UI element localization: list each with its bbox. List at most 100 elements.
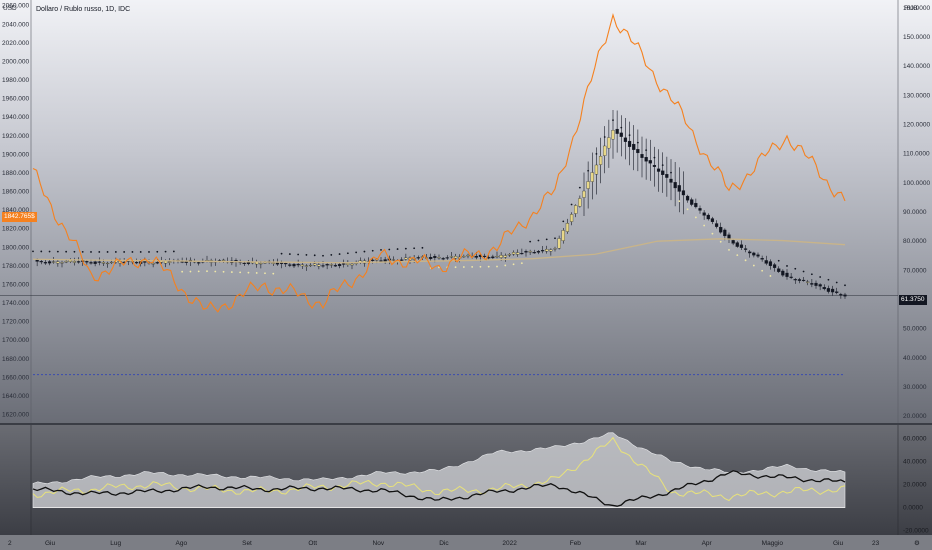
- psar-dot: [479, 265, 482, 268]
- oscillator-pane[interactable]: 60.0000 40.0000 20.0000 0.0000 -20.0000: [0, 425, 932, 535]
- candle-body: [743, 248, 748, 250]
- candle-body: [453, 255, 458, 259]
- candle-body: [52, 261, 56, 263]
- psar-dot: [230, 271, 233, 273]
- psar-dot: [686, 208, 689, 211]
- candle-body: [822, 287, 826, 290]
- candle-body: [723, 229, 727, 237]
- left-axis-tick-label: 1980.000: [2, 77, 29, 84]
- right-axis-tick-label: 30.0000: [903, 384, 927, 391]
- osc-axis-tick-label: 60.0000: [903, 436, 927, 443]
- candle-body: [288, 264, 292, 266]
- time-axis-label: 2022: [502, 540, 517, 547]
- settings-icon[interactable]: ⚙: [914, 539, 920, 547]
- candle-body: [532, 252, 536, 254]
- candle-body: [661, 170, 665, 175]
- candle-body: [615, 128, 619, 134]
- psar-dot: [786, 265, 788, 267]
- candle-body: [516, 252, 520, 255]
- psar-dot: [570, 203, 573, 206]
- psar-dot: [471, 266, 474, 268]
- psar-dot: [172, 250, 175, 253]
- candle-body: [677, 185, 681, 192]
- candle-body: [271, 262, 275, 264]
- candle-body: [383, 259, 387, 262]
- left-axis-tick-label: 1920.000: [2, 133, 29, 140]
- candle-body: [507, 254, 512, 256]
- candle-body: [702, 212, 706, 216]
- psar-dot: [90, 251, 92, 253]
- candle-body: [706, 214, 710, 220]
- candle-body: [482, 255, 487, 257]
- candle-body: [296, 264, 300, 266]
- psar-dot: [761, 269, 764, 272]
- candle-body: [835, 291, 839, 293]
- candle-body: [511, 252, 516, 255]
- candle-body: [400, 259, 404, 261]
- main-chart-svg[interactable]: 2060.0002040.0002020.0002000.0001980.000…: [0, 0, 932, 423]
- time-axis[interactable]: Giu Lug Ago Set Ott Nov Dic 2022 Feb Mar Apr Maggio…: [0, 535, 932, 550]
- oscillator-band-area: [32, 432, 846, 508]
- psar-dot: [529, 240, 532, 243]
- psar-dot: [396, 248, 399, 250]
- right-axis-tick-label: 120.0000: [903, 122, 930, 129]
- candle-body: [557, 238, 561, 249]
- psar-dot: [148, 251, 150, 253]
- main-chart-pane[interactable]: 2060.000 2040.000 2020.000 2000.000 1980.000…: [0, 0, 932, 423]
- psar-dot: [131, 251, 134, 253]
- psar-dot: [802, 270, 805, 273]
- psar-dot: [98, 251, 101, 253]
- candle-body: [524, 251, 528, 253]
- psar-dot: [272, 272, 275, 275]
- psar-dot: [645, 149, 648, 152]
- candle-body: [806, 281, 810, 283]
- candle-body: [433, 256, 437, 258]
- candle-body: [549, 249, 553, 252]
- right-axis-tick-label: 140.0000: [903, 63, 930, 70]
- candle-body: [714, 223, 719, 227]
- left-axis-tick-label: 1700.000: [2, 337, 29, 344]
- candle-body: [72, 261, 77, 263]
- psar-dot: [537, 239, 540, 242]
- oscillator-svg[interactable]: 60.0000 40.0000 20.0000 0.0000 -20.0000: [0, 425, 932, 535]
- candle-body: [582, 190, 586, 198]
- candle-body: [569, 214, 574, 222]
- candle-body: [830, 288, 835, 293]
- left-axis-tick-label: 1940.000: [2, 114, 29, 121]
- left-axis-tick-label: 1680.000: [2, 356, 29, 363]
- left-axis-tick-label: 1800.000: [2, 244, 29, 251]
- psar-dot: [380, 249, 382, 251]
- candle-body: [748, 251, 752, 254]
- candle-body: [246, 262, 251, 264]
- psar-dot: [562, 220, 565, 223]
- candle-body: [313, 263, 317, 266]
- left-axis-tick-label: 1860.000: [2, 189, 29, 196]
- psar-dot: [728, 249, 730, 251]
- candle-body: [321, 265, 325, 267]
- candle-body: [441, 258, 445, 260]
- candle-body: [536, 251, 541, 253]
- candle-body: [698, 208, 702, 211]
- candle-body: [756, 254, 760, 257]
- psar-dot: [827, 278, 830, 281]
- candle-body: [97, 261, 101, 263]
- psar-dot: [106, 251, 109, 253]
- candle-body: [739, 244, 744, 248]
- candle-body: [495, 256, 499, 258]
- psar-dot: [628, 134, 631, 137]
- candle-body: [429, 257, 433, 259]
- right-axis-tick-label: 150.0000: [903, 34, 930, 41]
- candle-body: [350, 263, 354, 266]
- candle-body: [391, 259, 396, 261]
- psar-dot: [264, 272, 266, 275]
- candle-body: [768, 261, 773, 266]
- chart-title[interactable]: Dollaro / Rublo russo, 1D, IDC: [36, 6, 130, 13]
- candle-body: [105, 262, 110, 265]
- right-axis-tick-label: 110.0000: [903, 151, 930, 158]
- left-axis-tick-label: 2040.000: [2, 21, 29, 28]
- time-axis-label: Maggio: [762, 540, 784, 547]
- candle-body: [623, 137, 628, 142]
- psar-dot: [487, 265, 490, 268]
- psar-dot: [123, 251, 126, 253]
- psar-dot: [40, 250, 43, 253]
